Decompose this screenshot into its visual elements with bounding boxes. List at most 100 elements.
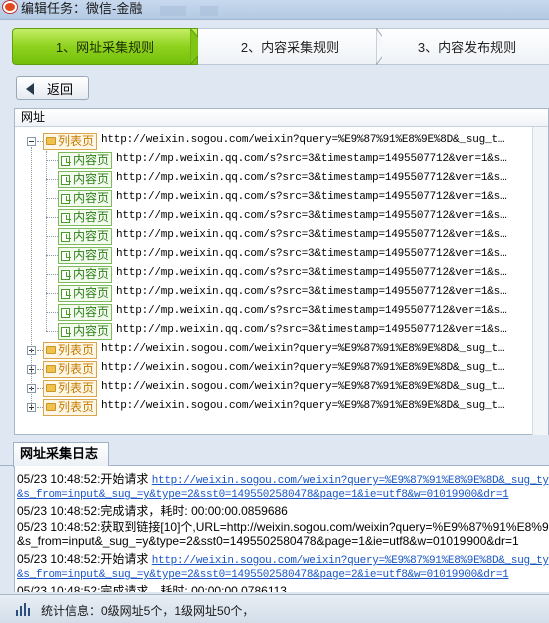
- tree-node-list[interactable]: 列表页 http://weixin.sogou.com/weixin?query=…: [15, 132, 533, 151]
- statistics-icon: [16, 603, 31, 616]
- tree-node-list[interactable]: 列表页 http://weixin.sogou.com/weixin?query=…: [15, 398, 533, 417]
- tree-node-content[interactable]: 内容页 http://mp.weixin.qq.com/s?src=3&times…: [15, 303, 533, 322]
- window-title-bar: 编辑任务：微信-金融: [0, 0, 549, 20]
- list-page-tag: 列表页: [43, 342, 97, 359]
- content-page-label: 内容页: [73, 229, 110, 243]
- tree-node-url: http://weixin.sogou.com/weixin?query=%E9…: [101, 343, 505, 355]
- tree-node-url: http://mp.weixin.qq.com/s?src=3&timestam…: [116, 191, 507, 203]
- tree-node-url: http://mp.weixin.qq.com/s?src=3&timestam…: [116, 172, 507, 184]
- tree-connector: [46, 255, 58, 256]
- url-tree: 列表页 http://weixin.sogou.com/weixin?query=…: [15, 128, 533, 434]
- list-page-label: 列表页: [58, 134, 95, 148]
- log-line: 05/23 10:48:52:获取到链接[10]个,URL=http://wei…: [17, 518, 549, 535]
- tree-node-url: http://mp.weixin.qq.com/s?src=3&timestam…: [116, 210, 507, 222]
- log-line-text: 05/23 10:48:52:开始请求: [17, 552, 152, 566]
- tree-node-url: http://mp.weixin.qq.com/s?src=3&timestam…: [116, 286, 507, 298]
- tree-connector: [46, 160, 58, 161]
- tree-node-content[interactable]: 内容页 http://mp.weixin.qq.com/s?src=3&times…: [15, 265, 533, 284]
- list-page-tag: 列表页: [43, 361, 97, 378]
- content-page-label: 内容页: [73, 324, 110, 338]
- log-line: 05/23 10:48:52:开始请求 http://weixin.sogou.…: [17, 470, 549, 487]
- wizard-steps: 1、网址采集规则 2、内容采集规则 3、内容发布规则: [12, 28, 549, 65]
- app-logo-icon: [3, 1, 17, 13]
- document-icon: [61, 289, 71, 299]
- tree-node-url: http://weixin.sogou.com/weixin?query=%E9…: [101, 134, 505, 146]
- folder-icon: [46, 384, 56, 392]
- list-page-label: 列表页: [58, 400, 95, 414]
- content-page-label: 内容页: [73, 286, 110, 300]
- tree-connector: [46, 179, 58, 180]
- content-page-label: 内容页: [73, 153, 110, 167]
- tree-node-content[interactable]: 内容页 http://mp.weixin.qq.com/s?src=3&times…: [15, 284, 533, 303]
- document-icon: [61, 232, 71, 242]
- content-page-tag: 内容页: [58, 209, 112, 226]
- log-line-text: 05/23 10:48:52:获取到链接[10]个,URL=http://wei…: [17, 520, 549, 534]
- tree-node-url: http://weixin.sogou.com/weixin?query=%E9…: [101, 362, 505, 374]
- document-icon: [61, 213, 71, 223]
- log-url-link[interactable]: &s_from=input&_sug_=y&type=2&sst0=149550…: [17, 569, 509, 581]
- tree-connector: [46, 331, 58, 332]
- window-title: 编辑任务：微信-金融: [21, 1, 143, 16]
- tree-connector: [46, 217, 58, 218]
- tree-node-content[interactable]: 内容页 http://mp.weixin.qq.com/s?src=3&times…: [15, 151, 533, 170]
- content-page-label: 内容页: [73, 172, 110, 186]
- content-page-tag: 内容页: [58, 247, 112, 264]
- tree-node-url: http://weixin.sogou.com/weixin?query=%E9…: [101, 381, 505, 393]
- content-page-tag: 内容页: [58, 266, 112, 283]
- list-page-label: 列表页: [58, 343, 95, 357]
- log-tab-bar: 网址采集日志: [0, 440, 549, 467]
- list-page-tag: 列表页: [43, 133, 97, 150]
- step-url-rules[interactable]: 1、网址采集规则: [12, 28, 198, 65]
- url-log-output: 05/23 10:48:52:开始请求 http://weixin.sogou.…: [14, 466, 549, 592]
- list-page-label: 列表页: [58, 362, 95, 376]
- content-page-label: 内容页: [73, 305, 110, 319]
- tree-node-content[interactable]: 内容页 http://mp.weixin.qq.com/s?src=3&times…: [15, 170, 533, 189]
- log-line: 05/23 10:48:52:完成请求，耗时: 00:00:00.0859686: [17, 502, 288, 519]
- tree-connector: [46, 151, 47, 331]
- folder-icon: [46, 137, 56, 145]
- log-line: &s_from=input&_sug_=y&type=2&sst0=149550…: [17, 534, 519, 548]
- tree-node-url: http://mp.weixin.qq.com/s?src=3&timestam…: [116, 153, 507, 165]
- document-icon: [61, 251, 71, 261]
- back-button-label: 返回: [47, 81, 74, 97]
- content-page-tag: 内容页: [58, 171, 112, 188]
- step-publish-rules[interactable]: 3、内容发布规则: [382, 28, 549, 65]
- back-button[interactable]: 返回: [16, 76, 89, 100]
- log-url-link[interactable]: &s_from=input&_sug_=y&type=2&sst0=149550…: [17, 489, 509, 501]
- tree-node-content[interactable]: 内容页 http://mp.weixin.qq.com/s?src=3&times…: [15, 246, 533, 265]
- step-content-rules[interactable]: 2、内容采集规则: [198, 28, 382, 65]
- list-page-tag: 列表页: [43, 399, 97, 416]
- tree-node-url: http://weixin.sogou.com/weixin?query=%E9…: [101, 400, 505, 412]
- document-icon: [61, 327, 71, 337]
- content-page-tag: 内容页: [58, 152, 112, 169]
- tree-node-url: http://mp.weixin.qq.com/s?src=3&timestam…: [116, 267, 507, 279]
- tree-node-list[interactable]: 列表页 http://weixin.sogou.com/weixin?query=…: [15, 360, 533, 379]
- tree-node-content[interactable]: 内容页 http://mp.weixin.qq.com/s?src=3&times…: [15, 189, 533, 208]
- tree-node-list[interactable]: 列表页 http://weixin.sogou.com/weixin?query=…: [15, 341, 533, 360]
- tree-connector: [46, 274, 58, 275]
- tree-scrollbar[interactable]: [532, 127, 548, 435]
- tree-node-list[interactable]: 列表页 http://weixin.sogou.com/weixin?query=…: [15, 379, 533, 398]
- tree-node-content[interactable]: 内容页 http://mp.weixin.qq.com/s?src=3&times…: [15, 208, 533, 227]
- folder-icon: [46, 346, 56, 354]
- log-line-text: 05/23 10:48:52:完成请求，耗时: 00:00:00.0859686: [17, 504, 288, 518]
- log-line-text: &s_from=input&_sug_=y&type=2&sst0=149550…: [17, 534, 519, 548]
- document-icon: [61, 270, 71, 280]
- content-page-tag: 内容页: [58, 228, 112, 245]
- tree-node-content[interactable]: 内容页 http://mp.weixin.qq.com/s?src=3&times…: [15, 227, 533, 246]
- collapse-icon[interactable]: [27, 137, 36, 146]
- document-icon: [61, 175, 71, 185]
- log-line: &s_from=input&_sug_=y&type=2&sst0=149550…: [17, 486, 509, 501]
- tree-connector: [46, 198, 58, 199]
- tree-connector: [46, 293, 58, 294]
- tree-node-url: http://mp.weixin.qq.com/s?src=3&timestam…: [116, 229, 507, 241]
- tab-url-log[interactable]: 网址采集日志: [13, 442, 109, 467]
- tree-node-content[interactable]: 内容页 http://mp.weixin.qq.com/s?src=3&times…: [15, 322, 533, 341]
- content-page-label: 内容页: [73, 248, 110, 262]
- tree-connector: [46, 312, 58, 313]
- document-icon: [61, 156, 71, 166]
- tree-node-url: http://mp.weixin.qq.com/s?src=3&timestam…: [116, 305, 507, 317]
- document-icon: [61, 194, 71, 204]
- url-tree-panel: 网址 列表页 http://weixin.sogou.com/weixin?que…: [14, 108, 549, 435]
- log-line: &s_from=input&_sug_=y&type=2&sst0=149550…: [17, 566, 509, 581]
